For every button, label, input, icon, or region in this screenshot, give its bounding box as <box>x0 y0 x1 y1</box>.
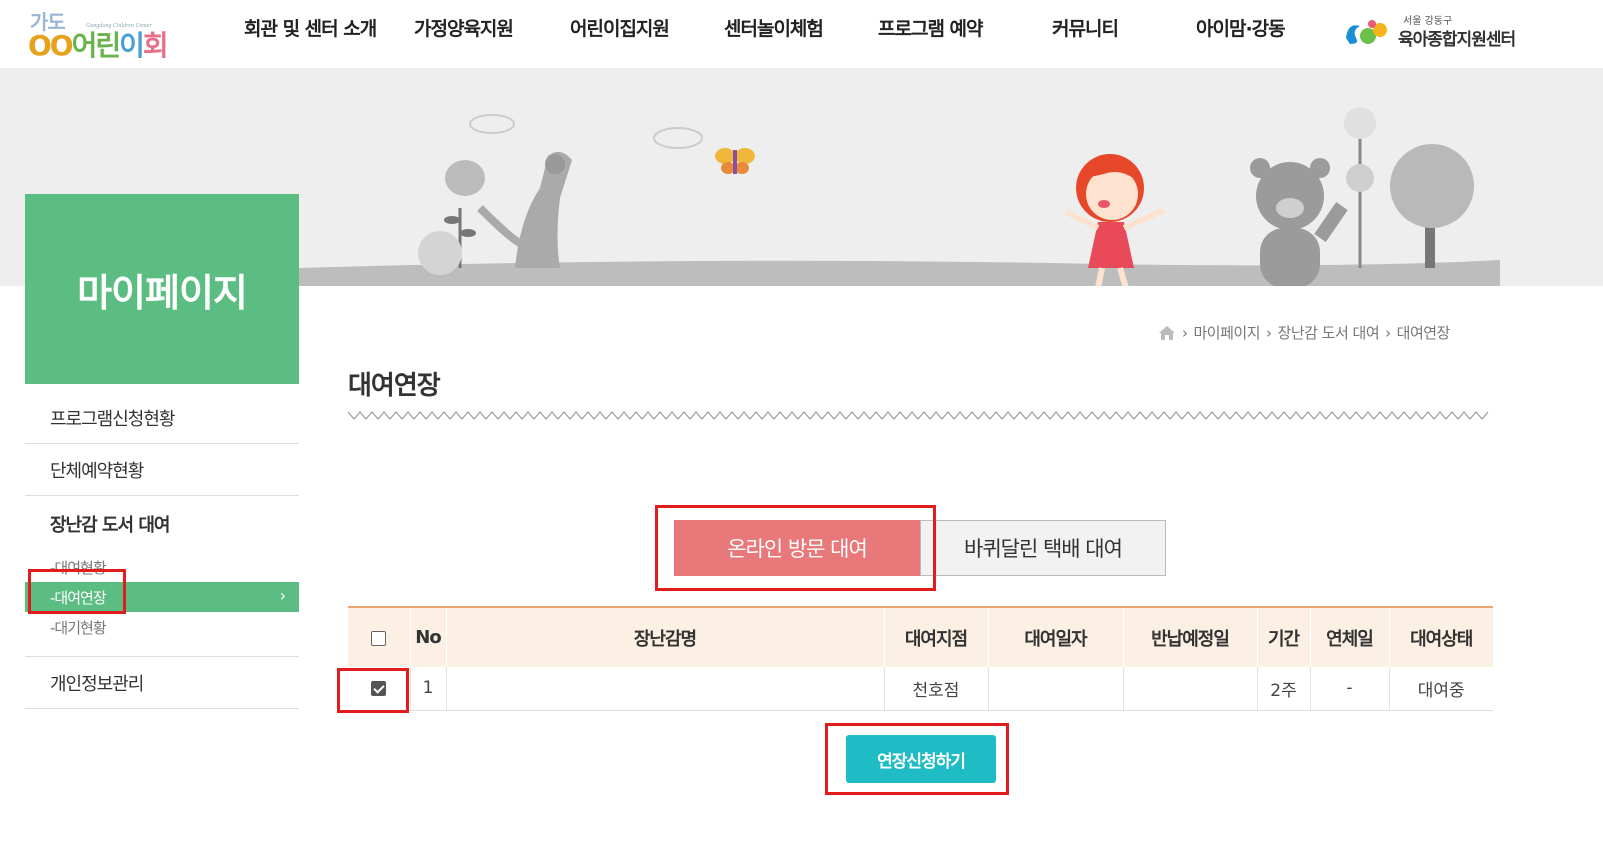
breadcrumb-item[interactable]: 마이페이지 <box>1194 322 1261 343</box>
breadcrumb-separator-icon: › <box>1385 323 1391 342</box>
sidebar-title: 마이페이지 <box>25 194 299 384</box>
cell-period: 2주 <box>1257 667 1311 711</box>
chevron-right-icon: › <box>279 586 286 605</box>
nav-item-community[interactable]: 커뮤니티 <box>1052 14 1119 41</box>
cell-no: 1 <box>410 667 447 711</box>
title-wave-divider <box>348 411 1489 420</box>
partner-logo[interactable]: 서울 강동구 육아종합지원센터 <box>1340 12 1540 52</box>
breadcrumb-item: 대여연장 <box>1396 324 1451 342</box>
column-header: 대여일자 <box>988 607 1124 667</box>
column-header: 대여상태 <box>1389 607 1493 667</box>
nav-item-play[interactable]: 센터놀이체험 <box>724 14 824 41</box>
column-header: 대여지점 <box>884 607 989 667</box>
sidebar-group-toy-rental: 장난감 도서 대여 -대여현황 -대여연장 › -대기현황 <box>25 496 299 657</box>
cell-toy-name <box>446 667 885 711</box>
column-header: 장난감명 <box>446 607 885 667</box>
cell-overdue: - <box>1310 667 1390 711</box>
column-header: 반납예정일 <box>1123 607 1258 667</box>
tab-online-visit[interactable]: 온라인 방문 대여 <box>674 520 920 576</box>
sidebar-item-personal-info[interactable]: 개인정보관리 <box>25 657 299 709</box>
nav-item-imom[interactable]: 아이맘·강동 <box>1196 14 1286 41</box>
sidebar-menu: 프로그램신청현황 단체예약현황 장난감 도서 대여 -대여현황 -대여연장 › -… <box>25 392 299 709</box>
row-select-cell <box>348 667 411 711</box>
partner-big-text: 육아종합지원센터 <box>1398 30 1516 50</box>
breadcrumb-separator-icon: › <box>1266 323 1272 342</box>
sidebar-subitem-rental-extension[interactable]: -대여연장 › <box>25 582 299 612</box>
column-header: No <box>410 607 447 667</box>
row-checkbox[interactable] <box>371 680 387 696</box>
logo-sub-text: Gangdong Children Center <box>86 23 152 29</box>
sidebar-subitem-waiting-status[interactable]: -대기현황 <box>25 612 299 642</box>
nav-item-parenting[interactable]: 가정양육지원 <box>414 14 514 41</box>
rental-type-tabs: 온라인 방문 대여 바퀴달린 택배 대여 <box>674 520 1166 576</box>
nav-item-program[interactable]: 프로그램 예약 <box>878 14 983 41</box>
sidebar-item-program-status[interactable]: 프로그램신청현황 <box>25 392 299 444</box>
site-header: 가도 OO어린이회관 Gangdong Children Center 회관 및… <box>0 0 1603 102</box>
page-title: 대여연장 <box>348 371 441 401</box>
site-logo[interactable]: 가도 OO어린이회관 Gangdong Children Center <box>28 6 188 102</box>
home-icon[interactable] <box>1158 325 1176 341</box>
column-header: 기간 <box>1257 607 1311 667</box>
extend-request-button[interactable]: 연장신청하기 <box>846 735 996 783</box>
partner-mark-icon <box>1346 20 1387 44</box>
sidebar-item-group-reservation[interactable]: 단체예약현황 <box>25 444 299 496</box>
select-all-cell <box>348 607 411 667</box>
select-all-checkbox[interactable] <box>371 630 387 646</box>
tab-delivery[interactable]: 바퀴달린 택배 대여 <box>920 520 1166 576</box>
sidebar-subitem-rental-status[interactable]: -대여현황 <box>25 552 299 582</box>
nav-item-about[interactable]: 회관 및 센터 소개 <box>244 14 377 41</box>
column-header: 연체일 <box>1310 607 1390 667</box>
cell-return-date <box>1123 667 1258 711</box>
breadcrumb-separator-icon: › <box>1182 323 1188 342</box>
cell-rent-date <box>988 667 1124 711</box>
table-header-row: No 장난감명 대여지점 대여일자 반납예정일 기간 연체일 대여상태 <box>348 607 1493 667</box>
cell-branch: 천호점 <box>884 667 989 711</box>
cell-status: 대여중 <box>1389 667 1493 711</box>
table-row: 1 천호점 2주 - 대여중 <box>348 667 1493 711</box>
breadcrumb-item[interactable]: 장난감 도서 대여 <box>1278 322 1380 343</box>
nav-item-daycare[interactable]: 어린이집지원 <box>570 14 670 41</box>
sidebar-group-title[interactable]: 장난감 도서 대여 <box>25 496 299 552</box>
breadcrumb: › 마이페이지 › 장난감 도서 대여 › 대여연장 <box>1158 322 1450 343</box>
rental-table: No 장난감명 대여지점 대여일자 반납예정일 기간 연체일 대여상태 1 천호… <box>348 606 1493 711</box>
